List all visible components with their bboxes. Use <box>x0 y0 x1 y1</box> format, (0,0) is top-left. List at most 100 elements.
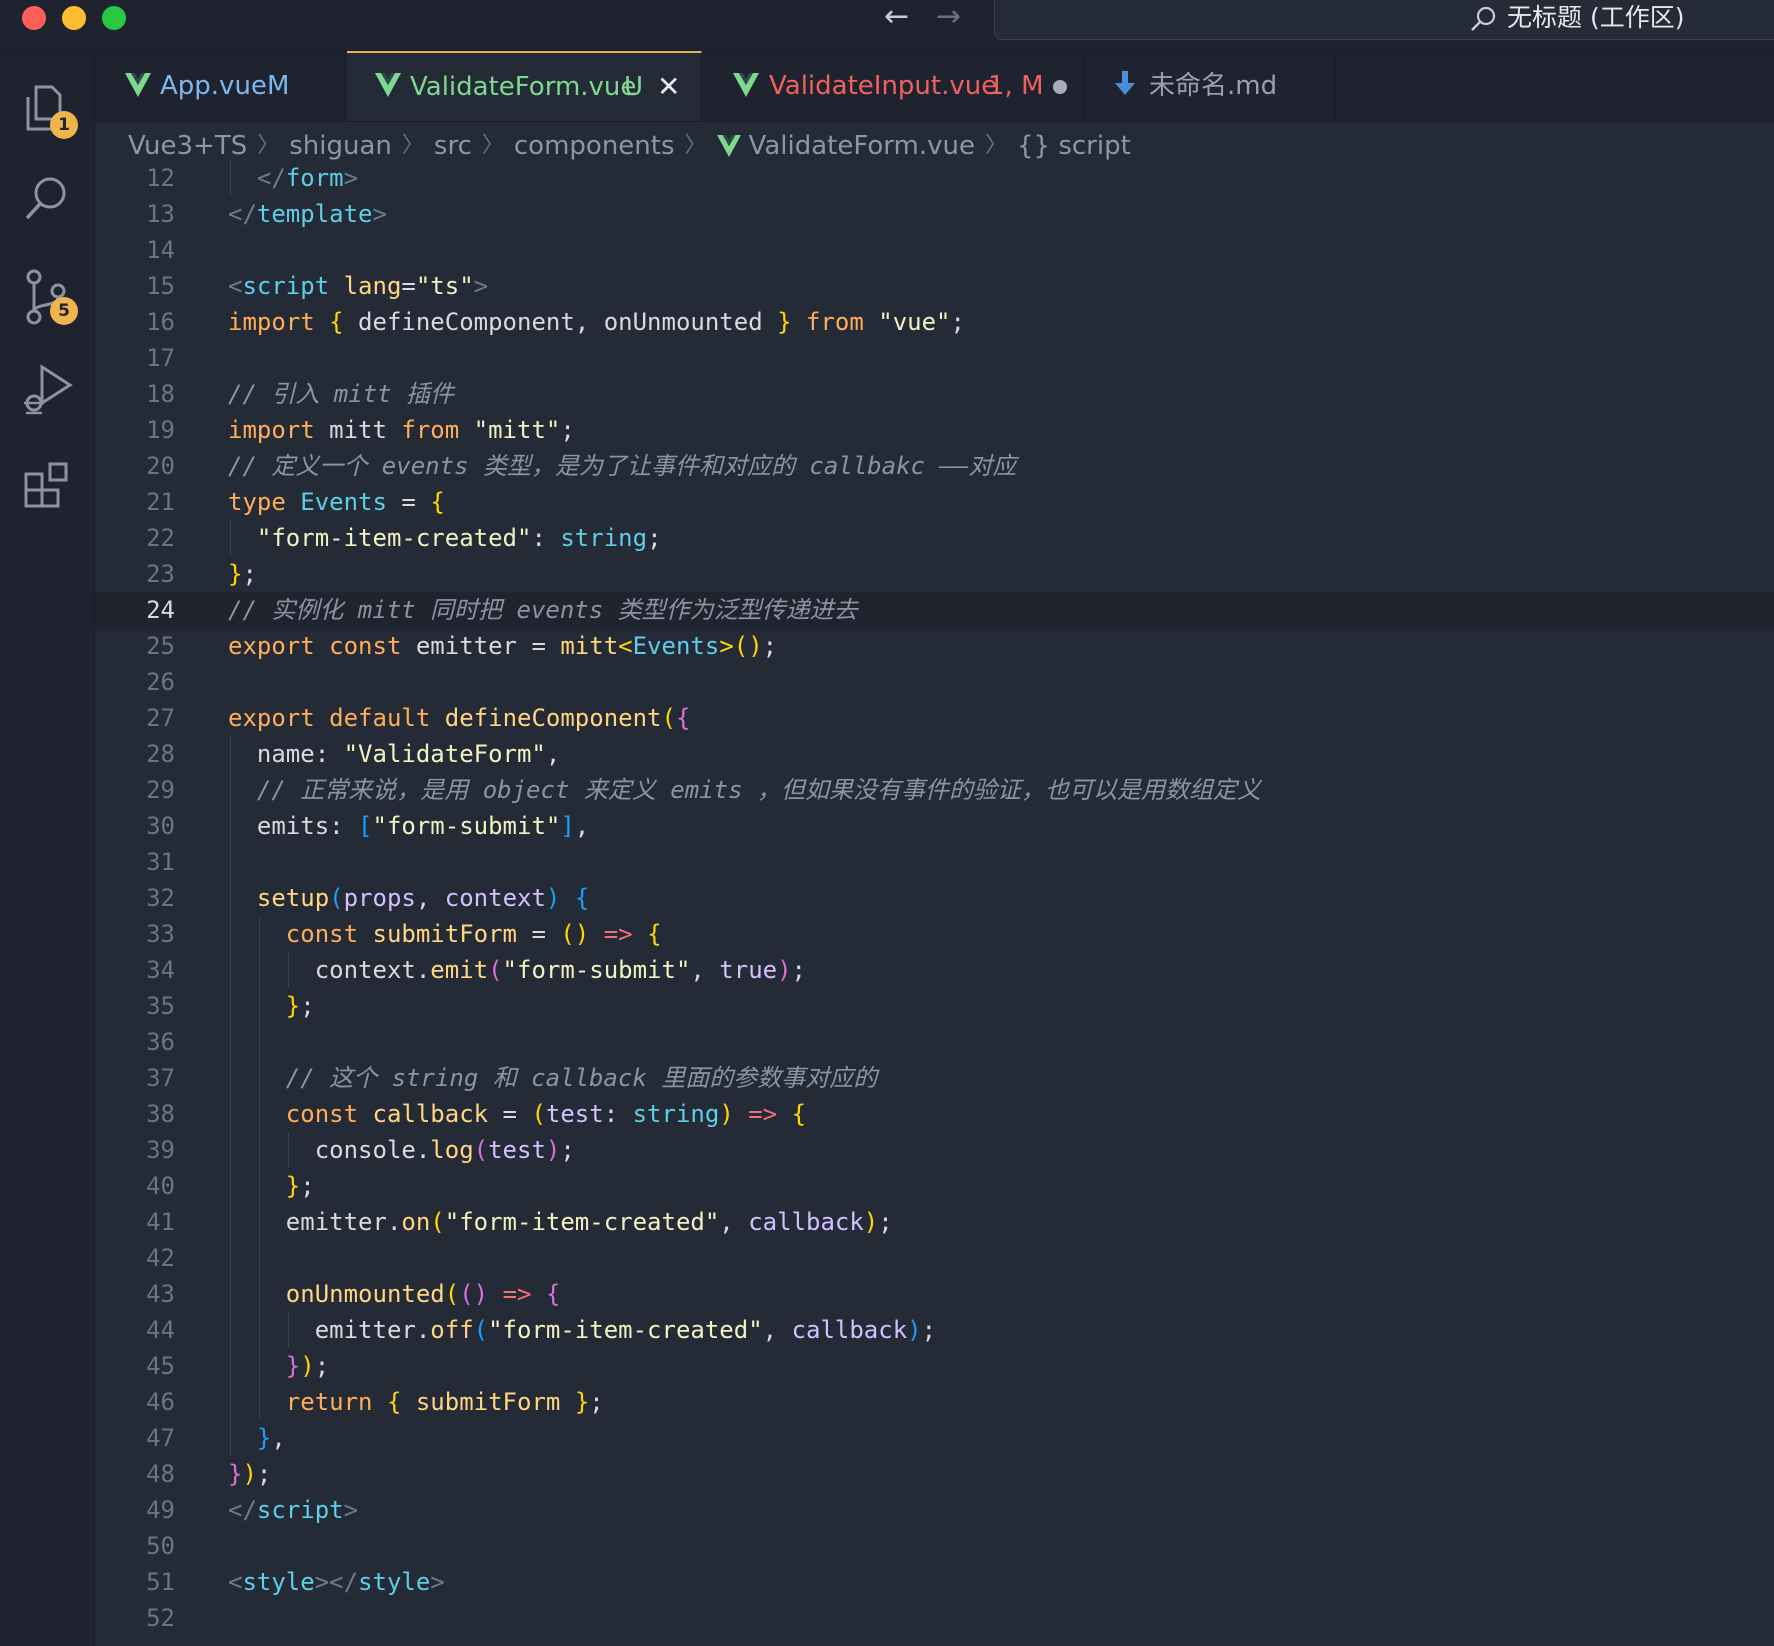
code-line[interactable]: 29 // 正常来说，是用 object 来定义 emits ，但如果没有事件的… <box>95 772 1774 808</box>
minimize-window-button[interactable] <box>62 6 86 30</box>
tab-untitled-md[interactable]: 未命名.md <box>1085 51 1336 121</box>
code-line[interactable]: 34 context.emit("form-submit", true); <box>95 952 1774 988</box>
code-token: { <box>545 1280 561 1308</box>
source-control-activity[interactable]: 5 <box>0 247 94 337</box>
code-token: lang <box>343 272 402 300</box>
code-line[interactable]: 37 // 这个 string 和 callback 里面的参数事对应的 <box>95 1060 1774 1096</box>
code-line[interactable]: 52 <box>95 1600 1774 1636</box>
code-line[interactable]: 36 <box>95 1024 1774 1060</box>
code-token: context <box>444 884 546 912</box>
code-line[interactable]: 43 onUnmounted(() => { <box>95 1276 1774 1312</box>
code-line[interactable]: 23}; <box>95 556 1774 592</box>
code-line[interactable]: 46 return { submitForm }; <box>95 1384 1774 1420</box>
workspace-title: 无标题 (工作区) <box>1507 3 1685 32</box>
code-line[interactable]: 24 // 实例化 mitt 同时把 events 类型作为泛型传递进去 <box>95 592 1774 628</box>
code-line[interactable]: 33 const submitForm = () => { <box>95 916 1774 952</box>
code-line[interactable]: 39 console.log(test); <box>95 1132 1774 1168</box>
code-token: console. <box>228 1136 431 1164</box>
code-line[interactable]: 19 import mitt from "mitt"; <box>95 412 1774 448</box>
code-line[interactable]: 50 <box>95 1528 1774 1564</box>
code-token: Events <box>632 632 720 660</box>
code-line[interactable]: 48}); <box>95 1456 1774 1492</box>
code-line[interactable]: 31 <box>95 844 1774 880</box>
code-line[interactable]: 44 emitter.off("form-item-created", call… <box>95 1312 1774 1348</box>
code-line[interactable]: 32 setup(props, context) { <box>95 880 1774 916</box>
code-line[interactable]: 45 }); <box>95 1348 1774 1384</box>
line-number: 43 <box>146 1280 175 1308</box>
explorer-activity[interactable]: 1 <box>0 61 94 151</box>
code-line[interactable]: 25 export const emitter = mitt<Events>(); <box>95 628 1774 664</box>
extensions-activity[interactable] <box>0 436 94 526</box>
line-number: 41 <box>146 1208 175 1236</box>
code-line[interactable]: 27 export default defineComponent({ <box>95 700 1774 736</box>
code-line[interactable]: 41 emitter.on("form-item-created", callb… <box>95 1204 1774 1240</box>
code-token: ; <box>647 524 662 552</box>
code-line[interactable]: 47 }, <box>95 1420 1774 1456</box>
code-token: ; <box>242 560 257 588</box>
code-line[interactable]: 21 type Events = { <box>95 484 1774 520</box>
maximize-window-button[interactable] <box>102 6 126 30</box>
code-line[interactable]: 35 }; <box>95 988 1774 1024</box>
indent-guide <box>230 1024 231 1060</box>
code-token: ; <box>300 1172 315 1200</box>
code-token: export <box>228 704 315 732</box>
code-token: ( <box>661 704 676 732</box>
code-token: < <box>228 1568 243 1596</box>
line-number: 34 <box>146 956 175 984</box>
tab-validateform-vue[interactable]: ValidateForm.vue U ✕ <box>347 51 702 121</box>
code-token: = <box>488 1100 532 1128</box>
code-line[interactable]: 26 <box>95 664 1774 700</box>
code-line[interactable]: 14 <box>95 232 1774 268</box>
tab-app-vue[interactable]: App.vue M <box>95 51 346 121</box>
command-center-search[interactable]: 无标题 (工作区) <box>994 0 1774 40</box>
code-line[interactable]: 42 <box>95 1240 1774 1276</box>
line-number: 12 <box>146 164 175 192</box>
run-debug-activity[interactable] <box>0 341 94 431</box>
code-line[interactable]: 38 const callback = (test: string) => { <box>95 1096 1774 1132</box>
code-line[interactable]: 15 <script lang="ts"> <box>95 268 1774 304</box>
code-token: ( <box>488 956 503 984</box>
code-token: emitter. <box>228 1208 402 1236</box>
code-line[interactable]: 49 </script> <box>95 1492 1774 1528</box>
close-tab-icon[interactable]: ✕ <box>657 53 680 121</box>
code-line[interactable]: 20 // 定义一个 events 类型，是为了让事件和对应的 callbakc … <box>95 448 1774 484</box>
code-line[interactable]: 18 // 引入 mitt 插件 <box>95 376 1774 412</box>
code-line[interactable]: 13 </template> <box>95 196 1774 232</box>
code-text: // 这个 string 和 callback 里面的参数事对应的 <box>228 1060 877 1096</box>
code-line[interactable]: 16 import { defineComponent, onUnmounted … <box>95 304 1774 340</box>
code-text: }, <box>228 1420 286 1456</box>
back-arrow-icon[interactable]: ← <box>884 0 909 34</box>
code-token: => <box>748 1100 778 1128</box>
code-line[interactable]: 22 "form-item-created": string; <box>95 520 1774 556</box>
code-token: "ValidateForm" <box>343 740 546 768</box>
code-token: callback <box>791 1316 908 1344</box>
code-token: log <box>430 1136 474 1164</box>
code-token: template <box>256 200 373 228</box>
code-token: , <box>415 884 445 912</box>
code-editor[interactable]: 12 </form> 13 </template> 14 15 <script lang=… <box>95 160 1774 1646</box>
code-text: emitter.on("form-item-created", callback… <box>228 1204 893 1240</box>
code-line[interactable]: 17 <box>95 340 1774 376</box>
tab-validateinput-vue[interactable]: ValidateInput.vue 1, M <box>703 51 1084 121</box>
code-line[interactable]: 51 <style></style> <box>95 1564 1774 1600</box>
unsaved-dot-icon[interactable] <box>1053 80 1067 94</box>
line-number: 30 <box>146 812 175 840</box>
tab-git-status: M <box>267 71 290 101</box>
code-token: form <box>285 164 344 192</box>
code-token: ; <box>762 632 778 660</box>
code-line[interactable]: 40 }; <box>95 1168 1774 1204</box>
code-token: script <box>242 272 330 300</box>
forward-arrow-icon[interactable]: → <box>936 0 961 34</box>
search-activity[interactable] <box>0 151 94 241</box>
code-token: ] <box>560 812 575 840</box>
code-line[interactable]: 12 </form> <box>95 160 1774 196</box>
code-line[interactable]: 28 name: "ValidateForm", <box>95 736 1774 772</box>
code-line[interactable]: 30 emits: ["form-submit"], <box>95 808 1774 844</box>
close-window-button[interactable] <box>22 6 46 30</box>
